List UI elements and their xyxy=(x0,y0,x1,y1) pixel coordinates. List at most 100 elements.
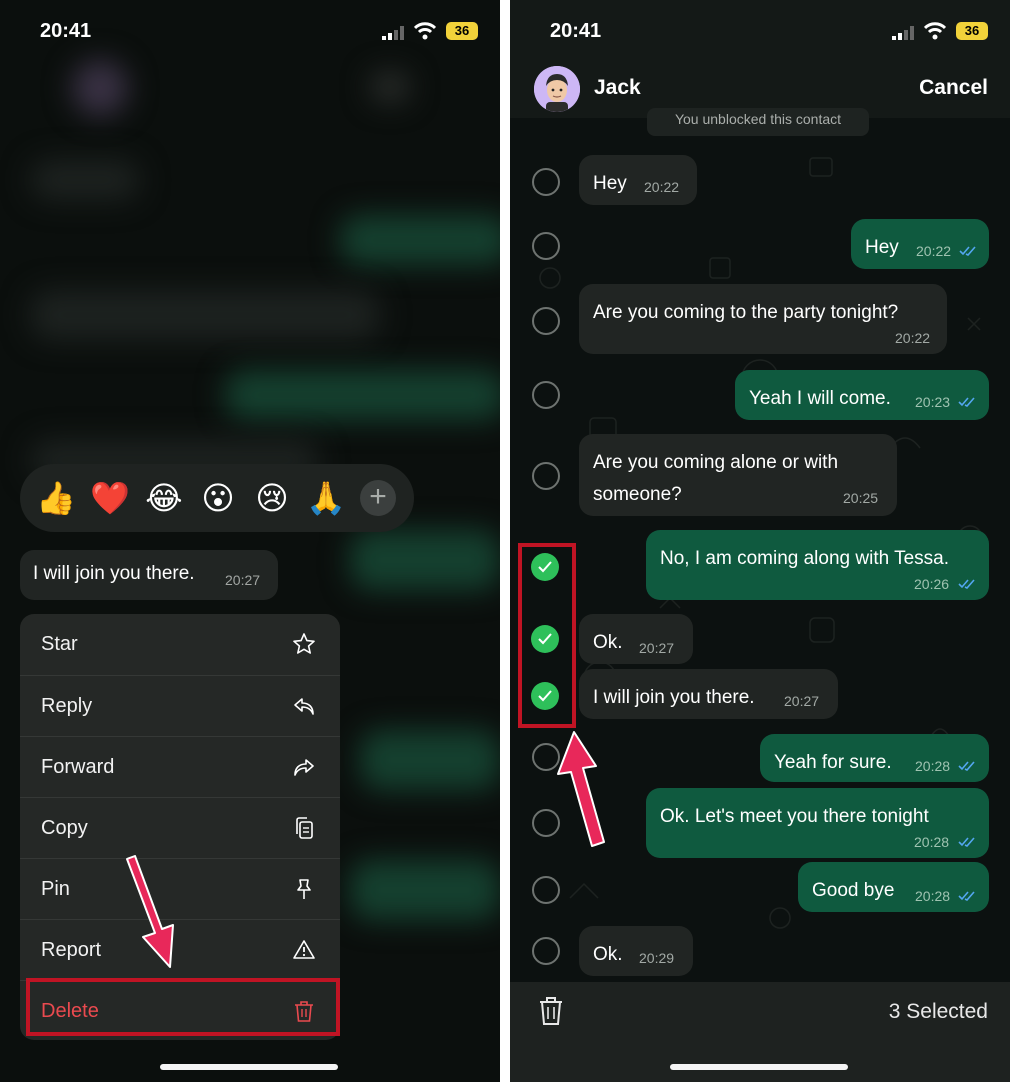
message-time: 20:27 xyxy=(784,693,820,709)
read-receipt-icon xyxy=(958,397,975,407)
menu-item-reply[interactable]: Reply xyxy=(20,675,340,736)
wifi-icon xyxy=(924,22,946,40)
blurred-message xyxy=(350,530,500,590)
select-radio[interactable] xyxy=(532,307,560,335)
message-bubble[interactable]: Hey 20:22 xyxy=(851,219,989,269)
message-bubble[interactable]: Are you coming alone or with someone? 20… xyxy=(579,434,897,516)
selected-message-bubble[interactable]: I will join you there. 20:27 xyxy=(20,550,278,600)
message-bubble[interactable]: No, I am coming along with Tessa. 20:26 xyxy=(646,530,989,600)
delete-highlight-box xyxy=(26,978,340,1036)
contact-name[interactable]: Jack xyxy=(594,76,641,100)
selected-count: 3 Selected xyxy=(888,1000,988,1023)
message-text: Ok. Let's meet you there tonight xyxy=(660,806,929,827)
menu-item-star[interactable]: Star xyxy=(20,614,340,674)
status-time: 20:41 xyxy=(550,20,602,42)
reaction-heart[interactable]: ❤️ xyxy=(90,478,130,518)
chat-header: 20:41 36 Jack Cancel xyxy=(510,0,1010,118)
select-radio[interactable] xyxy=(532,462,560,490)
status-bar: 20:41 36 xyxy=(0,0,500,62)
message-time: 20:23 xyxy=(915,394,951,410)
message-time: 20:22 xyxy=(916,243,952,259)
pointer-arrow-icon xyxy=(126,855,174,968)
message-bubble[interactable]: Ok. 20:29 xyxy=(579,926,693,976)
battery-indicator: 36 xyxy=(446,22,478,40)
message-text: Are you coming to the party tonight? xyxy=(593,302,899,323)
reaction-surprised[interactable]: 😮 xyxy=(198,478,238,518)
menu-item-label: Star xyxy=(41,633,78,655)
menu-item-label: Copy xyxy=(41,817,88,839)
blurred-message xyxy=(350,860,500,920)
message-bubble[interactable]: Are you coming to the party tonight? 20:… xyxy=(579,284,947,354)
blurred-header-item xyxy=(370,72,410,102)
warning-icon xyxy=(293,940,315,959)
cellular-signal-icon xyxy=(892,26,914,40)
message-text: Yeah I will come. xyxy=(749,388,891,409)
cancel-button[interactable]: Cancel xyxy=(919,76,988,100)
message-text: Good bye xyxy=(812,880,895,901)
system-notice: You unblocked this contact xyxy=(647,108,869,136)
message-text: Are you coming alone or with someone? xyxy=(593,452,839,505)
pin-icon xyxy=(297,879,311,899)
read-receipt-icon xyxy=(958,891,975,901)
reaction-pray[interactable]: 🙏 xyxy=(306,478,346,518)
select-radio[interactable] xyxy=(532,876,560,904)
contact-avatar[interactable] xyxy=(534,66,580,112)
message-bubble[interactable]: Ok. Let's meet you there tonight 20:28 xyxy=(646,788,989,858)
select-radio[interactable] xyxy=(532,232,560,260)
blurred-message xyxy=(30,290,380,340)
select-radio[interactable] xyxy=(532,168,560,196)
message-bubble[interactable]: Good bye 20:28 xyxy=(798,862,989,912)
forward-icon xyxy=(294,759,314,776)
message-bubble[interactable]: I will join you there. 20:27 xyxy=(579,669,838,719)
avatar-memoji-icon xyxy=(534,66,580,112)
message-time: 20:28 xyxy=(915,758,951,774)
message-text: I will join you there. xyxy=(593,687,755,708)
message-bubble[interactable]: Hey 20:22 xyxy=(579,155,697,205)
star-icon xyxy=(293,633,315,654)
blurred-message xyxy=(30,160,140,200)
menu-item-label: Pin xyxy=(41,878,70,900)
message-text: Hey xyxy=(593,173,627,194)
wifi-icon xyxy=(414,22,436,40)
more-reactions-button[interactable]: + xyxy=(360,480,396,516)
message-text: Ok. xyxy=(593,632,623,653)
reaction-thumbs-up[interactable]: 👍 xyxy=(36,478,76,518)
read-receipt-icon xyxy=(958,579,975,589)
read-receipt-icon xyxy=(958,837,975,847)
message-time: 20:26 xyxy=(914,576,950,592)
message-bubble[interactable]: Yeah I will come. 20:23 xyxy=(735,370,989,420)
select-radio[interactable] xyxy=(532,381,560,409)
trash-icon[interactable] xyxy=(538,996,564,1026)
blurred-avatar xyxy=(72,60,128,116)
message-time: 20:28 xyxy=(914,834,950,850)
pointer-arrow-icon xyxy=(557,731,605,847)
select-radio[interactable] xyxy=(532,937,560,965)
reaction-laughing[interactable]: 😂 xyxy=(144,478,184,518)
message-text: Yeah for sure. xyxy=(774,752,892,773)
blurred-message xyxy=(340,215,500,265)
menu-item-label: Report xyxy=(41,939,102,961)
message-bubble[interactable]: Yeah for sure. 20:28 xyxy=(760,734,989,782)
cellular-signal-icon xyxy=(382,26,404,40)
copy-icon xyxy=(296,817,313,839)
menu-item-label: Reply xyxy=(41,695,93,717)
reply-icon xyxy=(294,698,314,715)
home-indicator xyxy=(670,1064,848,1070)
right-screenshot: 20:41 36 Jack Cancel You unblocked this … xyxy=(510,0,1010,1082)
message-time: 20:27 xyxy=(225,572,261,588)
menu-item-label: Forward xyxy=(41,756,115,778)
menu-item-forward[interactable]: Forward xyxy=(20,736,340,797)
message-time: 20:29 xyxy=(639,950,675,966)
status-bar: 20:41 36 xyxy=(510,0,1010,62)
reaction-crying[interactable]: 😢 xyxy=(252,478,292,518)
message-bubble[interactable]: Ok. 20:27 xyxy=(579,614,693,664)
reaction-bar: 👍 ❤️ 😂 😮 😢 🙏 + xyxy=(20,464,414,532)
blurred-message xyxy=(360,730,500,790)
menu-item-copy[interactable]: Copy xyxy=(20,797,340,858)
home-indicator xyxy=(160,1064,338,1070)
message-time: 20:28 xyxy=(915,888,951,904)
battery-indicator: 36 xyxy=(956,22,988,40)
blurred-message xyxy=(225,370,500,420)
message-time: 20:25 xyxy=(843,490,879,506)
read-receipt-icon xyxy=(958,761,975,771)
